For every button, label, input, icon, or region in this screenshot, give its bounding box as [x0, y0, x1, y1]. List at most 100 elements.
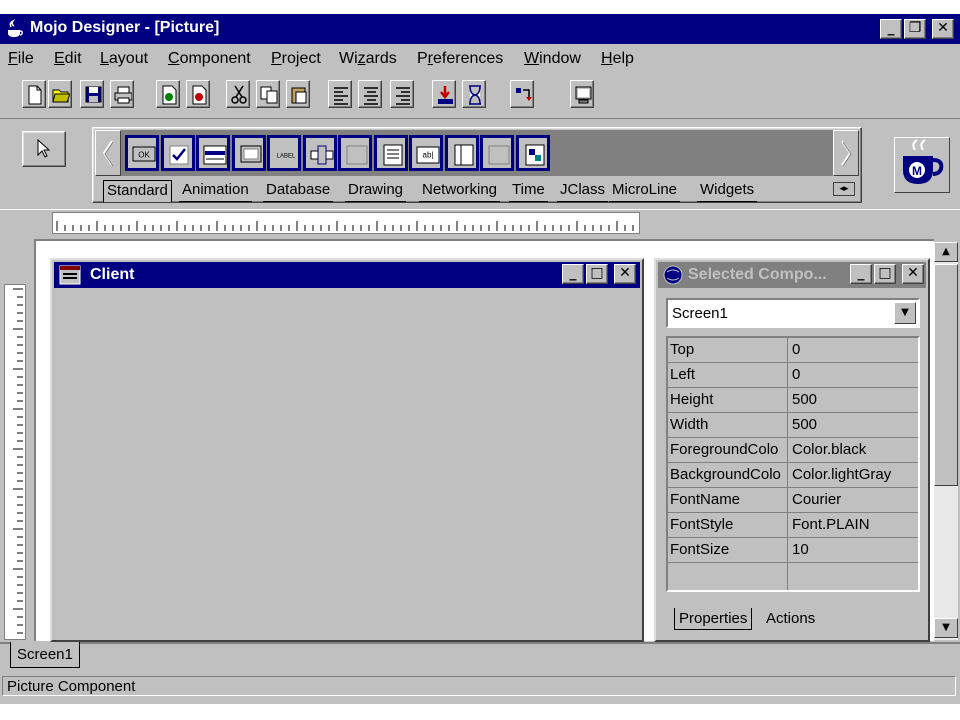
menu-wizards[interactable]: Wizards	[339, 50, 397, 68]
close-button[interactable]: ✕	[932, 19, 954, 39]
property-value[interactable]: Color.black	[792, 441, 866, 458]
palette-button-button[interactable]: OK	[125, 135, 159, 171]
palette-frame-button[interactable]	[445, 135, 479, 171]
paste-button[interactable]	[286, 80, 310, 108]
property-name: BackgroundColo	[670, 466, 781, 483]
client-maximize-button[interactable]: □	[586, 264, 608, 284]
client-title-bar[interactable]: Client _ □ ✕	[54, 262, 640, 288]
property-tab-actions[interactable]: Actions	[762, 608, 819, 630]
palette-scrollbar-button[interactable]	[303, 135, 337, 171]
palette-button-text: LABEL	[277, 154, 296, 160]
property-row[interactable]: Left 0	[668, 363, 918, 388]
property-row[interactable]: Top 0	[668, 338, 918, 363]
minimize-button[interactable]: _	[880, 19, 902, 39]
dropdown-arrow-icon[interactable]: ▼	[894, 302, 916, 324]
screen-tab[interactable]: Screen1	[10, 642, 80, 668]
menu-project[interactable]: Project	[271, 50, 321, 68]
palette-blank-component-button[interactable]	[480, 135, 514, 171]
palette-tab-widgets[interactable]: Widgets	[697, 180, 758, 202]
property-row[interactable]: ForegroundColo Color.black	[668, 438, 918, 463]
property-value[interactable]: 0	[792, 366, 800, 383]
form-window-icon	[59, 265, 81, 285]
property-value[interactable]: 0	[792, 341, 800, 358]
property-row[interactable]: Width 500	[668, 413, 918, 438]
property-row[interactable]: FontStyle Font.PLAIN	[668, 513, 918, 538]
component-selector-dropdown[interactable]: Screen1 ▼	[666, 298, 920, 328]
property-value[interactable]: Font.PLAIN	[792, 516, 870, 533]
property-value[interactable]: Color.lightGray	[792, 466, 891, 483]
monitor-icon	[575, 86, 592, 104]
palette-scroll-left-button[interactable]	[95, 130, 121, 176]
workspace-vertical-scrollbar[interactable]: ▲ ▼	[934, 242, 958, 640]
property-row[interactable]: FontName Courier	[668, 488, 918, 513]
client-close-button[interactable]: ✕	[614, 264, 636, 284]
title-bar[interactable]: Mojo Designer - [Picture] _ ❐ ✕	[0, 14, 960, 44]
cut-button[interactable]	[226, 80, 250, 108]
copy-button[interactable]	[256, 80, 280, 108]
palette-tab-networking[interactable]: Networking	[419, 180, 501, 202]
menu-component[interactable]: Component	[168, 50, 251, 68]
menu-layout[interactable]: Layout	[100, 50, 148, 68]
menu-help[interactable]: Help	[601, 50, 634, 68]
pointer-tool-button[interactable]	[22, 131, 66, 167]
new-file-button[interactable]	[22, 80, 46, 108]
scroll-down-button[interactable]: ▼	[934, 618, 958, 638]
property-row[interactable]: Height 500	[668, 388, 918, 413]
palette-tab-jclass[interactable]: JClass	[557, 180, 609, 202]
client-canvas[interactable]	[54, 290, 640, 640]
palette-tab-microline[interactable]: MicroLine	[609, 180, 681, 202]
property-value[interactable]: Courier	[792, 491, 841, 508]
client-window-title: Client	[90, 266, 135, 283]
remove-page-button[interactable]	[186, 80, 210, 108]
palette-textarea-button[interactable]	[374, 135, 408, 171]
align-center-button[interactable]	[358, 80, 382, 108]
palette-label-button[interactable]: LABEL	[267, 135, 301, 171]
palette-tab-standard[interactable]: Standard	[103, 180, 172, 202]
align-right-button[interactable]	[390, 80, 414, 108]
selected-component-window[interactable]: Selected Compo... _ □ ✕ Screen1 ▼ Top 0 Le…	[654, 258, 930, 642]
selected-component-title-bar[interactable]: Selected Compo... _ □ ✕	[658, 262, 926, 288]
palette-tab-time[interactable]: Time	[509, 180, 548, 202]
add-page-button[interactable]	[156, 80, 180, 108]
open-folder-button[interactable]	[48, 80, 72, 108]
palette-tab-drawing[interactable]: Drawing	[345, 180, 407, 202]
palette-checkbox-button[interactable]	[161, 135, 195, 171]
client-window[interactable]: Client _ □ ✕	[50, 258, 644, 642]
palette-panel-button[interactable]	[232, 135, 266, 171]
selected-close-button[interactable]: ✕	[902, 264, 924, 284]
scroll-up-button[interactable]: ▲	[934, 242, 958, 262]
palette-blank-component-button[interactable]	[338, 135, 372, 171]
property-value[interactable]: 10	[792, 541, 809, 558]
palette-tab-animation[interactable]: Animation	[179, 180, 252, 202]
scroll-thumb[interactable]	[934, 264, 958, 486]
print-button[interactable]	[110, 80, 134, 108]
client-minimize-button[interactable]: _	[562, 264, 584, 284]
palette-tab-database[interactable]: Database	[263, 180, 334, 202]
align-left-button[interactable]	[328, 80, 352, 108]
save-button[interactable]	[80, 80, 104, 108]
mojo-logo-button[interactable]: M	[894, 137, 950, 193]
property-value[interactable]: 500	[792, 416, 817, 433]
palette-list-button[interactable]	[196, 135, 230, 171]
menu-preferences[interactable]: Preferences	[417, 50, 503, 68]
hourglass-button[interactable]	[462, 80, 486, 108]
restore-button[interactable]: ❐	[904, 19, 926, 39]
selected-minimize-button[interactable]: _	[850, 264, 872, 284]
run-button[interactable]	[510, 80, 534, 108]
palette-tab-scroll-button[interactable]: ◂▸	[833, 182, 855, 196]
palette-scroll-right-button[interactable]	[833, 130, 859, 176]
compile-button[interactable]	[432, 80, 456, 108]
menu-file[interactable]: File	[8, 50, 34, 68]
palette-image-component-button[interactable]	[516, 135, 550, 171]
property-row[interactable]: FontSize 10	[668, 538, 918, 563]
monitor-button[interactable]	[570, 80, 594, 108]
palette-textfield-button[interactable]: ab|	[409, 135, 443, 171]
selected-maximize-button[interactable]: □	[874, 264, 896, 284]
menu-window[interactable]: Window	[524, 50, 581, 68]
property-row[interactable]: BackgroundColo Color.lightGray	[668, 463, 918, 488]
menu-edit[interactable]: Edit	[54, 50, 82, 68]
scrollbar-icon	[310, 145, 334, 165]
property-tab-properties[interactable]: Properties	[674, 608, 753, 630]
property-value[interactable]: 500	[792, 391, 817, 408]
property-name: Height	[670, 391, 714, 408]
